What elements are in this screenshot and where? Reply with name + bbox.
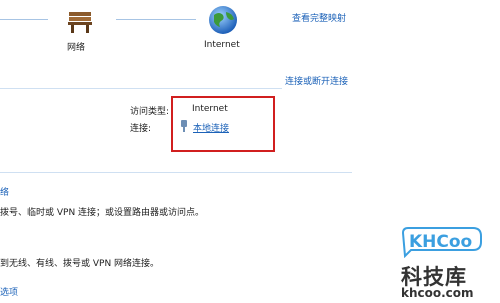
khcoo-logo: KHCoo <box>401 226 483 259</box>
access-type-value: Internet <box>192 104 228 114</box>
section-separator-mid <box>0 172 352 173</box>
task-change-options-link[interactable]: 选项 <box>0 285 18 298</box>
task-connect-network-desc: 到无线、有线、拨号或 VPN 网络连接。 <box>0 259 160 269</box>
svg-text:KHCoo: KHCoo <box>409 232 472 252</box>
internet-label[interactable]: Internet <box>204 40 240 50</box>
view-full-map-link[interactable]: 查看完整映射 <box>292 11 346 24</box>
local-connection-link[interactable]: 本地连接 <box>193 121 229 134</box>
task-setup-new-connection-desc: 拨号、临时或 VPN 连接；或设置路由器或访问点。 <box>0 208 205 218</box>
section-separator-top <box>0 88 282 89</box>
bench-icon <box>65 6 95 36</box>
network-label[interactable]: 网络 <box>67 40 85 53</box>
globe-icon[interactable] <box>207 4 239 36</box>
connections-label: 连接: <box>130 124 152 134</box>
access-type-label: 访问类型: <box>130 107 170 117</box>
map-connector-left <box>0 19 48 20</box>
connect-disconnect-link[interactable]: 连接或断开连接 <box>285 74 348 87</box>
task-setup-new-connection-link[interactable]: 络 <box>0 185 9 198</box>
map-connector-right <box>116 19 196 20</box>
ethernet-connection-icon <box>180 120 188 132</box>
watermark-domain: khcoo.com <box>401 286 474 300</box>
